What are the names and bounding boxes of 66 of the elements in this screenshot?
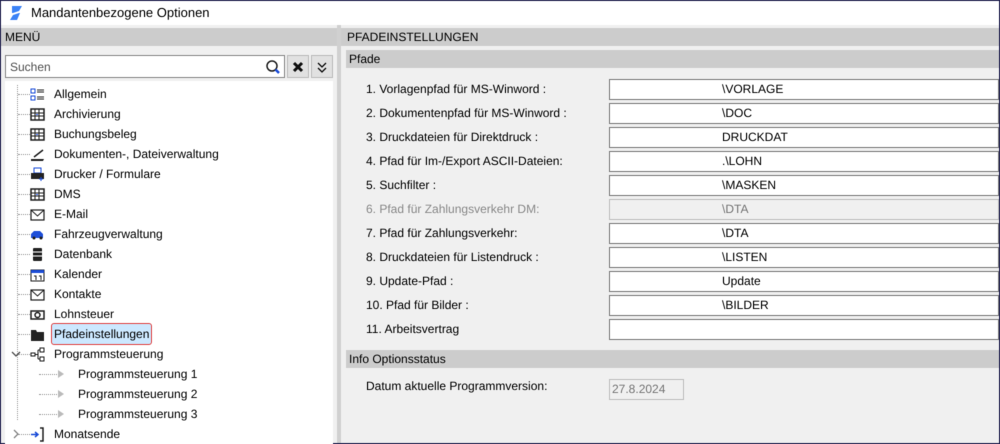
scanner-icon — [30, 146, 45, 162]
section-header: Pfade — [346, 50, 999, 68]
tree-item[interactable]: Drucker / Formulare — [51, 163, 164, 185]
calendar-icon — [30, 266, 45, 282]
field-label: 1. Vorlagenpfad für MS-Winword : — [366, 81, 548, 98]
field-label: 8. Druckdateien für Listendruck : — [366, 249, 540, 266]
text-field[interactable]: .\LOHN — [609, 150, 999, 172]
field-label: 10. Pfad für Bilder : — [366, 297, 470, 314]
text-field[interactable]: \BILDER — [609, 294, 999, 316]
double-chevron-icon — [316, 60, 328, 72]
field-label: Datum aktuelle Programmversion: — [366, 378, 548, 395]
tree-item[interactable]: Lohnsteuer — [51, 303, 118, 325]
field-label: 5. Suchfilter : — [366, 177, 438, 194]
tree-item[interactable]: Fahrzeugverwaltung — [51, 223, 166, 245]
field-label: 6. Pfad für Zahlungsverkehr DM: — [366, 201, 540, 218]
section-header: Info Optionsstatus — [346, 350, 999, 368]
envelope-icon — [30, 206, 45, 222]
text-field[interactable]: \MASKEN — [609, 174, 999, 196]
text-field[interactable]: DRUCKDAT — [609, 126, 999, 148]
tree-item[interactable]: Archivierung — [51, 103, 124, 125]
exit-icon — [30, 426, 45, 442]
tree-item[interactable]: DMS — [51, 183, 84, 205]
tree-item[interactable]: Pfadeinstellungen — [51, 323, 152, 345]
field-label: 7. Pfad für Zahlungsverkehr: — [366, 225, 518, 242]
expand-all-button[interactable] — [311, 55, 333, 78]
text-field[interactable] — [609, 318, 999, 340]
search-field[interactable]: Suchen — [5, 55, 285, 78]
database-icon — [30, 246, 45, 262]
tree-item[interactable]: Allgemein — [51, 83, 110, 105]
hierarchy-icon — [30, 346, 45, 362]
window-title: Mandantenbezogene Optionen — [31, 4, 210, 22]
app-logo-icon — [9, 5, 23, 21]
field-label: 9. Update-Pfad : — [366, 273, 454, 290]
tree-item[interactable]: Buchungsbeleg — [51, 123, 140, 145]
grid-icon — [30, 126, 45, 142]
text-field[interactable]: Update — [609, 270, 999, 292]
text-field[interactable]: \VORLAGE — [609, 78, 999, 100]
text-field[interactable]: \DOC — [609, 102, 999, 124]
tree-item[interactable]: Programmsteuerung 3 — [75, 403, 200, 425]
chevron-down-icon[interactable] — [11, 349, 21, 359]
tree-item[interactable]: Dokumenten-, Dateiverwaltung — [51, 143, 222, 165]
tree-item[interactable]: Datenbank — [51, 243, 116, 265]
panel-header: MENÜ — [1, 28, 337, 46]
list-icon — [30, 86, 45, 102]
field-label: 4. Pfad für Im-/Export ASCII-Dateien: — [366, 153, 564, 170]
tree-item[interactable]: Kalender — [51, 263, 106, 285]
tree-item[interactable]: Kontakte — [51, 283, 104, 305]
text-field[interactable]: \LISTEN — [609, 246, 999, 268]
close-icon — [292, 60, 304, 72]
envelope-icon — [30, 286, 45, 302]
tree-item[interactable]: Programmsteuerung 2 — [75, 383, 200, 405]
grid-icon — [30, 106, 45, 122]
printer-icon — [30, 166, 45, 182]
text-field[interactable]: \DTA — [609, 222, 999, 244]
panel-header: PFADEINSTELLUNGEN — [341, 28, 999, 46]
tree-item[interactable]: Monatsende — [51, 423, 124, 444]
tree-item[interactable]: Programmsteuerung 1 — [75, 363, 200, 385]
tree-item[interactable]: E-Mail — [51, 203, 92, 225]
search-icon — [265, 59, 281, 75]
chevron-right-icon[interactable] — [11, 429, 21, 439]
grid-icon — [30, 186, 45, 202]
clear-button[interactable] — [287, 55, 309, 78]
field-label: 11. Arbeitsvertrag — [366, 321, 460, 338]
field-label: 3. Druckdateien für Direktdruck : — [366, 129, 540, 146]
field-label: 2. Dokumentenpfad für MS-Winword : — [366, 105, 568, 122]
tree-item[interactable]: Programmsteuerung — [51, 343, 166, 365]
